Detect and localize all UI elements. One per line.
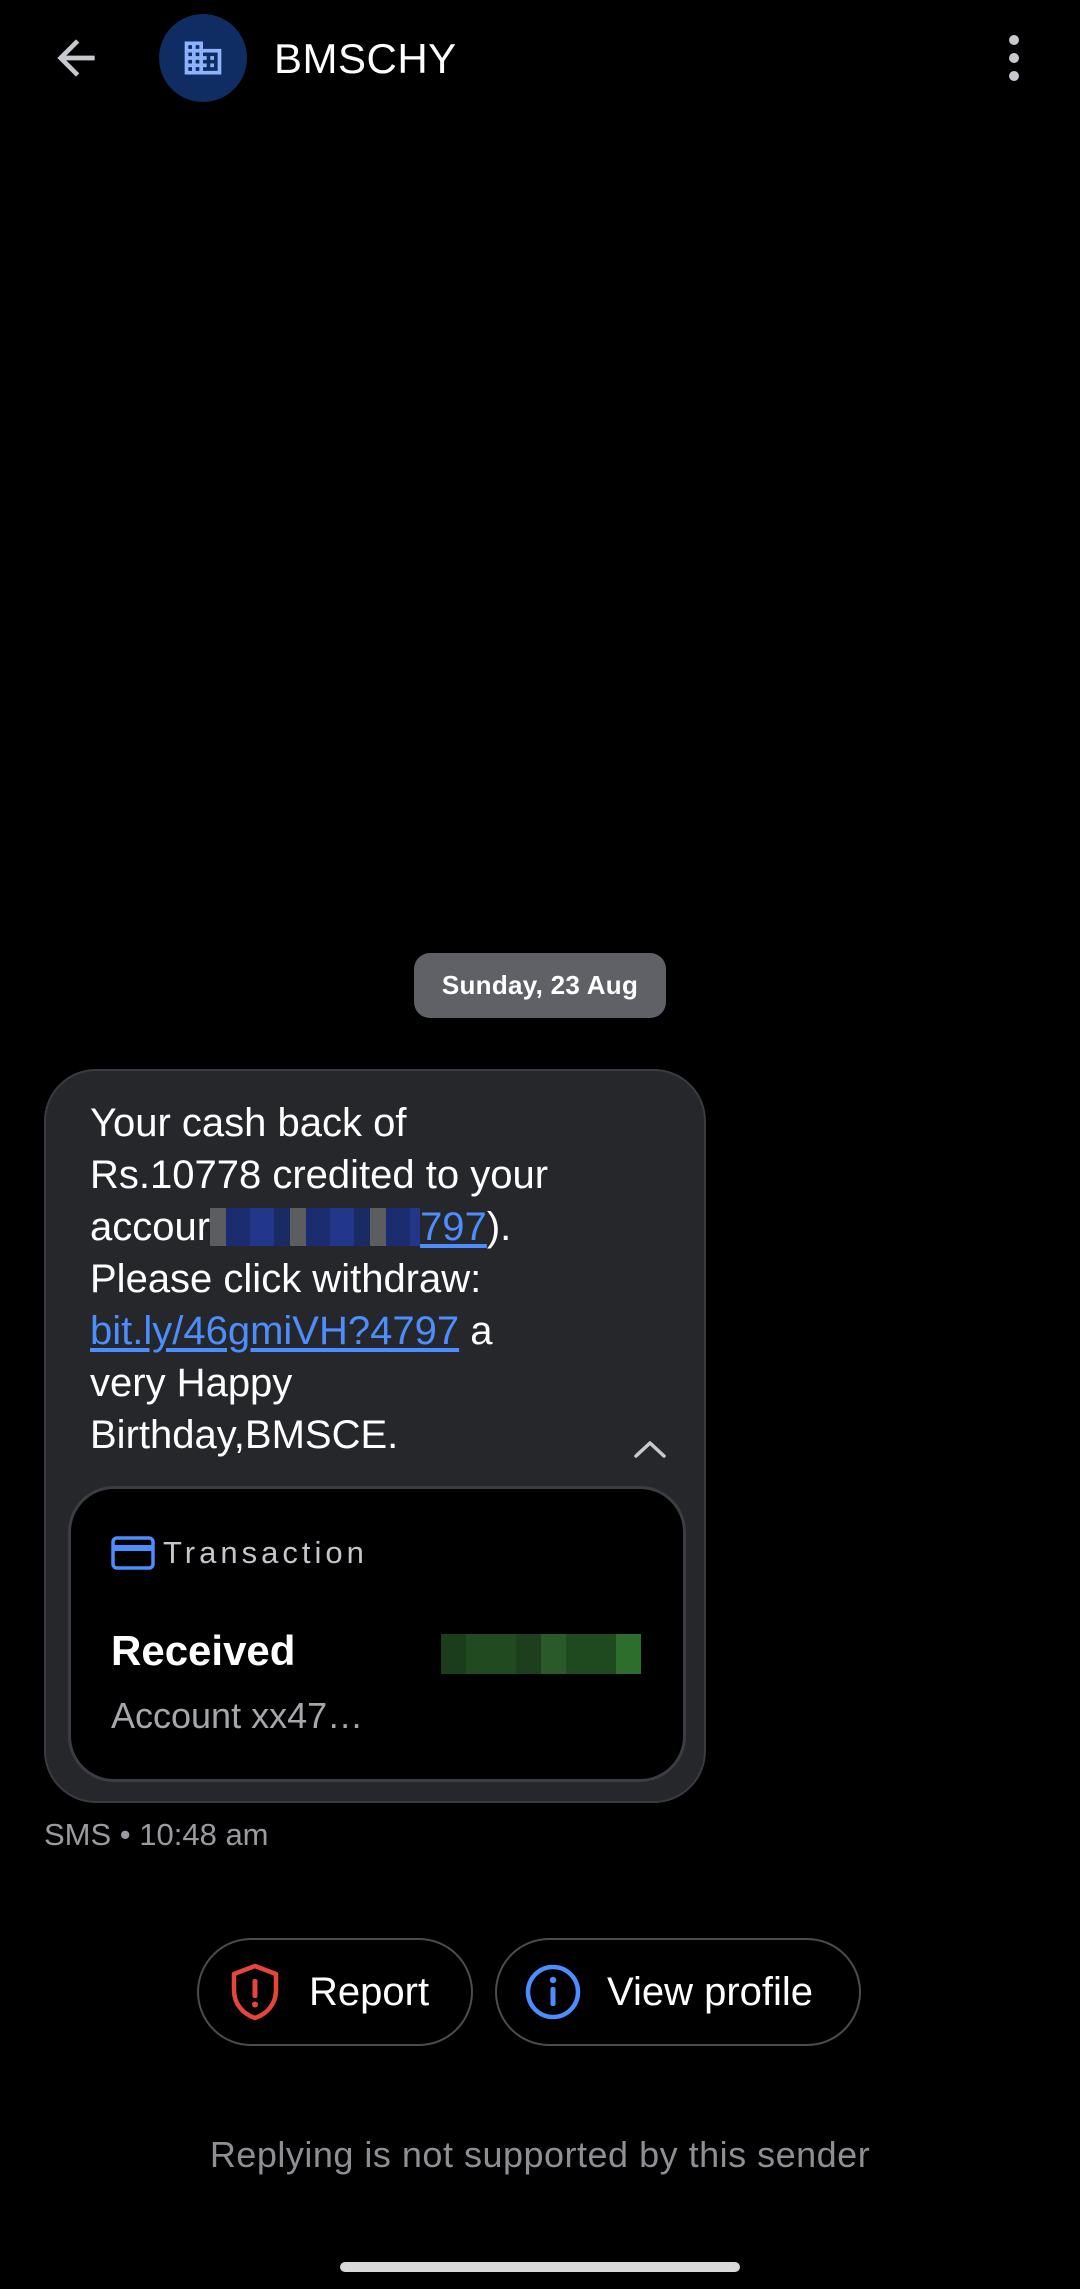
more-options-button[interactable]: [984, 22, 1044, 94]
reply-not-supported-note: Replying is not supported by this sender: [209, 2134, 871, 2175]
home-indicator[interactable]: [340, 2262, 740, 2272]
transaction-card[interactable]: Transaction Received Account xx47…: [68, 1486, 686, 1782]
message-line: Rs.10778 credited to your: [90, 1153, 549, 1197]
collapse-button[interactable]: [620, 1419, 680, 1479]
message-line: Your cash back of: [90, 1101, 407, 1145]
sender-avatar[interactable]: [159, 14, 247, 102]
message-line: very Happy: [90, 1361, 293, 1405]
transaction-account: Account xx47…: [111, 1695, 364, 1736]
redacted-amount: [441, 1634, 641, 1674]
arrow-left-icon: [57, 39, 95, 77]
redacted-account: [210, 1208, 421, 1246]
back-button[interactable]: [40, 22, 112, 94]
view-profile-label: View profile: [607, 1969, 814, 2014]
report-button[interactable]: Report: [197, 1938, 473, 2046]
sender-name[interactable]: BMSCHY: [274, 32, 457, 86]
message-line: Please click withdraw:: [90, 1257, 482, 1301]
credit-card-icon: [111, 1536, 155, 1570]
message-bubble[interactable]: Your cash back of Rs.10778 credited to y…: [44, 1069, 706, 1803]
shield-alert-icon: [225, 1962, 285, 2022]
transaction-label: Transaction: [163, 1535, 368, 1570]
message-line: ).: [486, 1205, 512, 1249]
app-bar: BMSCHY: [0, 0, 1080, 120]
info-icon: [523, 1962, 583, 2022]
more-vertical-icon: [1009, 35, 1019, 81]
message-text: Your cash back of Rs.10778 credited to y…: [90, 1097, 650, 1461]
report-label: Report: [309, 1969, 430, 2014]
withdraw-link[interactable]: bit.ly/46gmiVH?4797: [90, 1309, 459, 1353]
chevron-up-icon: [634, 1441, 666, 1458]
message-line: a: [459, 1309, 493, 1353]
view-profile-button[interactable]: View profile: [495, 1938, 861, 2046]
message-line: Birthday,BMSCE.: [90, 1413, 399, 1457]
message-line: accour: [90, 1205, 211, 1249]
account-link[interactable]: 797: [420, 1205, 487, 1249]
transaction-header: Transaction: [111, 1535, 368, 1571]
transaction-title: Received: [111, 1627, 296, 1674]
building-icon: [184, 41, 222, 75]
message-meta: SMS • 10:48 am: [44, 1817, 269, 1852]
date-chip: Sunday, 23 Aug: [414, 953, 666, 1018]
